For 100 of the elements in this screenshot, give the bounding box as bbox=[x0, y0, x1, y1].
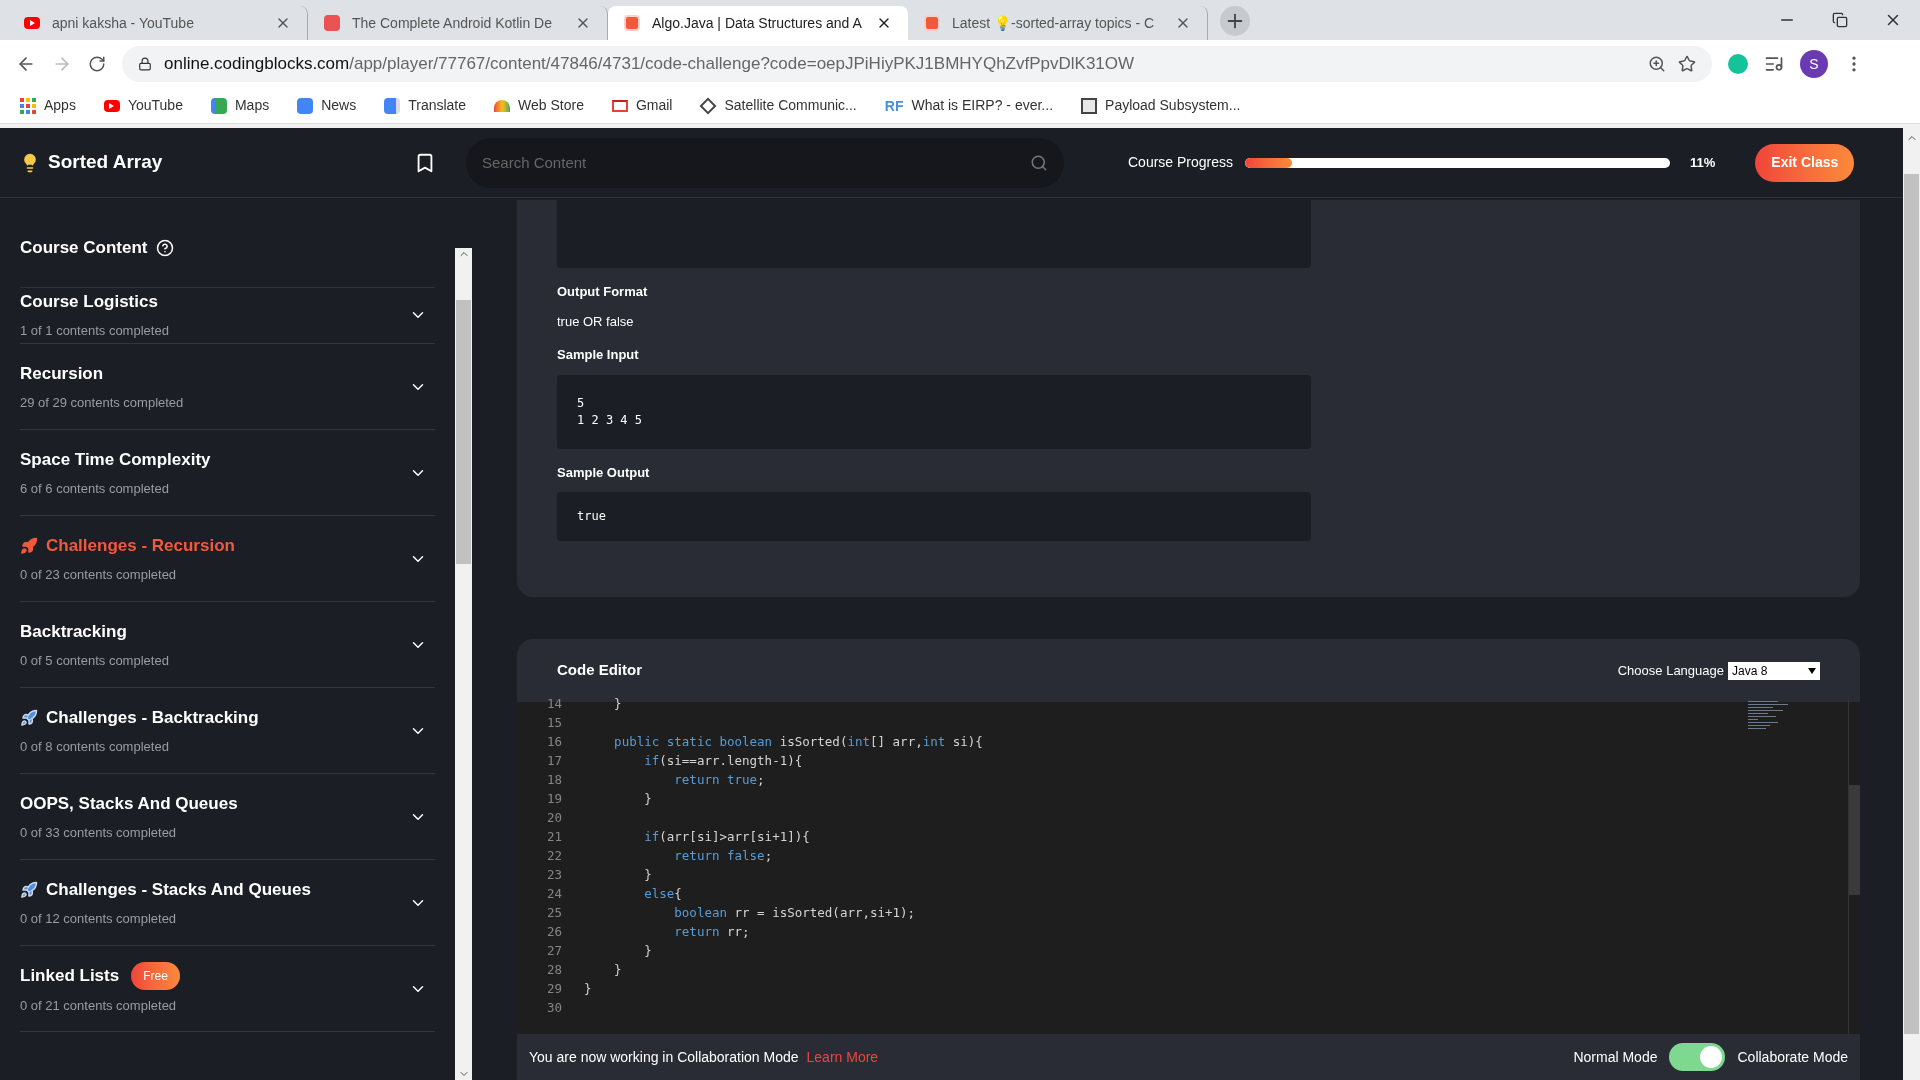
reload-icon[interactable] bbox=[88, 55, 106, 73]
bookmark[interactable]: News bbox=[297, 95, 357, 116]
code-line: boolean rr = isSorted(arr,si+1); bbox=[673, 904, 916, 923]
code-line: return false; bbox=[673, 847, 773, 866]
restore-icon[interactable] bbox=[1832, 12, 1848, 28]
bookmark[interactable]: Satellite Communic... bbox=[700, 95, 857, 116]
mode-toggle[interactable] bbox=[1669, 1043, 1726, 1071]
section-heading: Sample Input bbox=[557, 346, 640, 364]
bookmark-label: Gmail bbox=[635, 96, 673, 115]
section-text: true OR false bbox=[557, 312, 635, 331]
section-title: Backtracking bbox=[20, 621, 127, 643]
bookmark[interactable]: Apps bbox=[20, 95, 76, 116]
bookmark-label: Web Store bbox=[518, 96, 584, 115]
course-section[interactable]: Challenges - Backtracking 0 of 8 contents completed bbox=[20, 688, 435, 774]
section-progress: 0 of 12 contents completed bbox=[20, 909, 178, 928]
minimap bbox=[1748, 701, 1788, 730]
course-section[interactable]: Recursion 29 of 29 contents completed bbox=[20, 344, 435, 430]
tab-title: Latest 💡-sorted-array topics - C bbox=[952, 13, 1156, 33]
line-number: 17 bbox=[545, 752, 562, 771]
tab-title: apni kaksha - YouTube bbox=[52, 13, 195, 33]
line-number: 25 bbox=[545, 904, 562, 923]
lock-icon bbox=[138, 57, 152, 71]
help-icon[interactable] bbox=[155, 238, 174, 257]
bookmark[interactable]: Payload Subsystem... bbox=[1081, 95, 1241, 116]
bookmark[interactable]: Translate bbox=[384, 95, 467, 116]
playlist-icon[interactable] bbox=[1764, 54, 1784, 74]
section-progress: 0 of 23 contents completed bbox=[20, 565, 178, 584]
code-line: } bbox=[643, 866, 652, 885]
bookmark[interactable]: Gmail bbox=[611, 95, 673, 116]
code-line: public static boolean isSorted(int[] arr,int si){ bbox=[613, 733, 983, 752]
line-number: 22 bbox=[545, 847, 562, 866]
video-icon bbox=[24, 17, 40, 29]
line-number: 23 bbox=[545, 866, 562, 885]
language-select[interactable]: Java 8 bbox=[1728, 661, 1820, 680]
bookmark-label: Payload Subsystem... bbox=[1105, 96, 1241, 115]
bookmark[interactable]: RF What is EIRP? - ever... bbox=[884, 95, 1054, 116]
course-section[interactable]: Challenges - Stacks And Queues 0 of 12 contents completed bbox=[20, 860, 435, 946]
section-progress: 0 of 33 contents completed bbox=[20, 823, 178, 842]
section-title: Challenges - Backtracking bbox=[46, 707, 259, 729]
line-number: 18 bbox=[545, 771, 562, 790]
bookmark[interactable]: Web Store bbox=[494, 95, 584, 116]
section-title: Linked Lists bbox=[20, 965, 120, 987]
dropdown-caret-icon bbox=[1808, 667, 1816, 674]
line-number: 30 bbox=[545, 999, 562, 1018]
bookmark-label: What is EIRP? - ever... bbox=[911, 96, 1054, 115]
course-section[interactable]: Space Time Complexity 6 of 6 contents completed bbox=[20, 430, 435, 516]
search-icon[interactable] bbox=[1030, 153, 1048, 172]
search-field[interactable]: Search Content bbox=[466, 137, 1064, 188]
section-progress: 1 of 1 contents completed bbox=[20, 321, 170, 340]
mode-label: Normal Mode bbox=[1573, 1047, 1658, 1067]
bookmark-label: Maps bbox=[234, 96, 270, 115]
course-section[interactable]: OOPS, Stacks And Queues 0 of 33 contents completed bbox=[20, 774, 435, 860]
bookmark[interactable]: YouTube bbox=[103, 95, 183, 116]
bookmark-label: Translate bbox=[408, 96, 467, 115]
section-progress: 29 of 29 contents completed bbox=[20, 393, 185, 412]
course-section[interactable]: Linked Lists Free 0 of 21 contents completed bbox=[20, 946, 435, 1032]
code-line: } bbox=[643, 942, 652, 961]
url-text: online.codingblocks.com/app/player/77767/content/47846/4731/code-challenge?code=oepJPiHiyPKJ1BMHYQhZvfPpvDlK31OW bbox=[164, 53, 1136, 76]
code-line: return rr; bbox=[673, 923, 750, 942]
course-section[interactable]: Challenges - Recursion 0 of 23 contents completed bbox=[20, 516, 435, 602]
logo-icon bbox=[324, 15, 340, 31]
profile-avatar[interactable]: S bbox=[1800, 50, 1828, 78]
line-number: 21 bbox=[545, 828, 562, 847]
course-section[interactable]: Course Logistics 1 of 1 contents completed bbox=[20, 286, 435, 344]
code-line: } bbox=[613, 695, 622, 714]
page-scrollbar[interactable] bbox=[1903, 128, 1920, 1080]
code-line: else{ bbox=[643, 885, 682, 904]
bookmark-label: News bbox=[321, 96, 357, 115]
section-title: Recursion bbox=[20, 363, 104, 385]
zoom-icon[interactable] bbox=[1648, 55, 1666, 73]
logo-icon bbox=[624, 15, 640, 31]
rocket-icon bbox=[20, 880, 38, 899]
new-tab-icon[interactable] bbox=[1220, 6, 1250, 36]
lesson-title: Sorted Array bbox=[48, 150, 164, 175]
section-heading: Sample Output bbox=[557, 463, 651, 482]
section-progress: 6 of 6 contents completed bbox=[20, 479, 170, 498]
language-label: Choose Language bbox=[1617, 661, 1724, 680]
section-title: OOPS, Stacks And Queues bbox=[20, 793, 238, 815]
section-progress: 0 of 21 contents completed bbox=[20, 996, 178, 1015]
section-title: Course Logistics bbox=[20, 291, 158, 313]
code-line: return true; bbox=[673, 771, 765, 790]
browser-tab[interactable]: Algo.Java | Data Structures and A bbox=[608, 6, 908, 40]
code-line: if(arr[si]>arr[si+1]){ bbox=[643, 828, 810, 847]
line-number: 29 bbox=[545, 980, 562, 999]
editor-scrollbar[interactable] bbox=[1848, 695, 1860, 1034]
section-title: Challenges - Stacks And Queues bbox=[46, 879, 311, 901]
star-icon[interactable] bbox=[1678, 55, 1696, 73]
logo-icon bbox=[924, 15, 940, 31]
code-line: if(si==arr.length-1){ bbox=[643, 752, 803, 771]
address-bar[interactable]: online.codingblocks.com/app/player/77767/content/47846/4731/code-challenge?code=oepJPiHiyPKJ1BMHYQhZvfPpvDlK31OW bbox=[122, 46, 1712, 82]
section-progress: 0 of 5 contents completed bbox=[20, 651, 170, 670]
code-line: } bbox=[643, 790, 652, 809]
bookmark[interactable]: Maps bbox=[210, 95, 270, 116]
bookmark-label: Satellite Communic... bbox=[724, 96, 857, 115]
code-line: } bbox=[613, 961, 622, 980]
section-title: Space Time Complexity bbox=[20, 449, 211, 471]
line-number: 16 bbox=[545, 733, 562, 752]
course-section[interactable]: Backtracking 0 of 5 contents completed bbox=[20, 602, 435, 688]
learn-more-link[interactable]: Learn More bbox=[806, 1046, 879, 1068]
apps-icon bbox=[20, 97, 36, 114]
